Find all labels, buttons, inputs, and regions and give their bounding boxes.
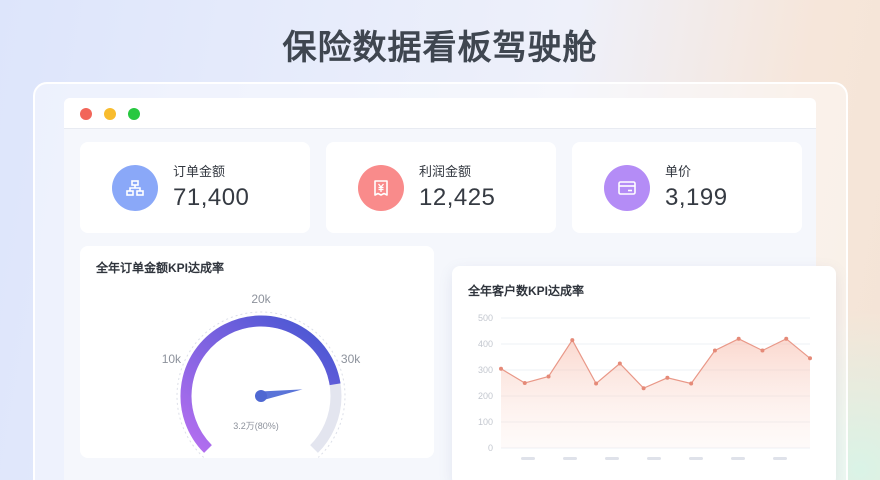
org-chart-icon (112, 165, 158, 211)
x-tick-placeholder (773, 457, 787, 460)
y-tick-label: 200 (478, 391, 493, 401)
data-point (808, 356, 812, 361)
page-title: 保险数据看板驾驶舱 (282, 29, 598, 67)
kpi-card-unit-price: 单价 3,199 (572, 142, 802, 233)
card-icon (604, 165, 650, 211)
gauge-tick-label: 30k (341, 352, 361, 366)
x-tick-placeholder (605, 457, 619, 460)
gauge-chart: 010k20k30k40k3.2万(80%) (162, 292, 362, 472)
data-point (689, 381, 694, 386)
kpi-value: 3,199 (665, 184, 728, 211)
data-point (617, 361, 622, 366)
kpi-value: 71,400 (173, 184, 250, 211)
window-close-button[interactable] (80, 108, 92, 120)
data-point (594, 381, 599, 386)
data-point (522, 381, 527, 385)
y-tick-label: 500 (478, 313, 493, 323)
x-tick-placeholder (563, 457, 577, 460)
kpi-label: 订单金额 (173, 164, 226, 179)
area-fill (501, 338, 810, 448)
data-point (665, 375, 670, 380)
y-tick-label: 100 (478, 417, 493, 427)
kpi-label: 单价 (665, 164, 692, 179)
kpi-value: 12,425 (419, 184, 496, 211)
data-point (712, 348, 717, 353)
data-point (784, 336, 789, 341)
gauge-title: 全年订单金额KPI达成率 (96, 261, 225, 275)
data-point (760, 348, 765, 353)
x-tick-placeholder (521, 457, 535, 460)
y-tick-label: 0 (488, 443, 493, 453)
x-tick-placeholder (689, 457, 703, 460)
window-maximize-button[interactable] (128, 108, 140, 120)
kpi-card-order-amount: 订单金额 71,400 (80, 142, 310, 233)
kpi-label: 利润金额 (419, 164, 472, 179)
data-point (499, 366, 503, 371)
x-tick-placeholder (647, 457, 661, 460)
gauge-tick-label: 10k (162, 352, 182, 366)
gauge-tick-label: 20k (251, 292, 271, 306)
line-chart-title: 全年客户数KPI达成率 (468, 284, 585, 298)
yuan-receipt-icon (358, 165, 404, 211)
gauge-value-label: 3.2万(80%) (233, 421, 279, 431)
data-point (546, 374, 551, 379)
window-titlebar (64, 98, 816, 129)
line-chart-panel: 全年客户数KPI达成率 500 400 300 200 100 0 (452, 266, 836, 480)
gauge-panel: 全年订单金额KPI达成率 010k20k30k40k3.2万(80%) (80, 246, 434, 472)
data-point (570, 338, 575, 343)
window-minimize-button[interactable] (104, 108, 116, 120)
kpi-card-profit-amount: 利润金额 12,425 (326, 142, 556, 233)
x-tick-placeholder (731, 457, 745, 460)
gauge-needle-hub (255, 390, 267, 402)
y-tick-label: 300 (478, 365, 493, 375)
y-tick-label: 400 (478, 339, 493, 349)
data-point (736, 336, 741, 341)
data-point (641, 386, 646, 391)
